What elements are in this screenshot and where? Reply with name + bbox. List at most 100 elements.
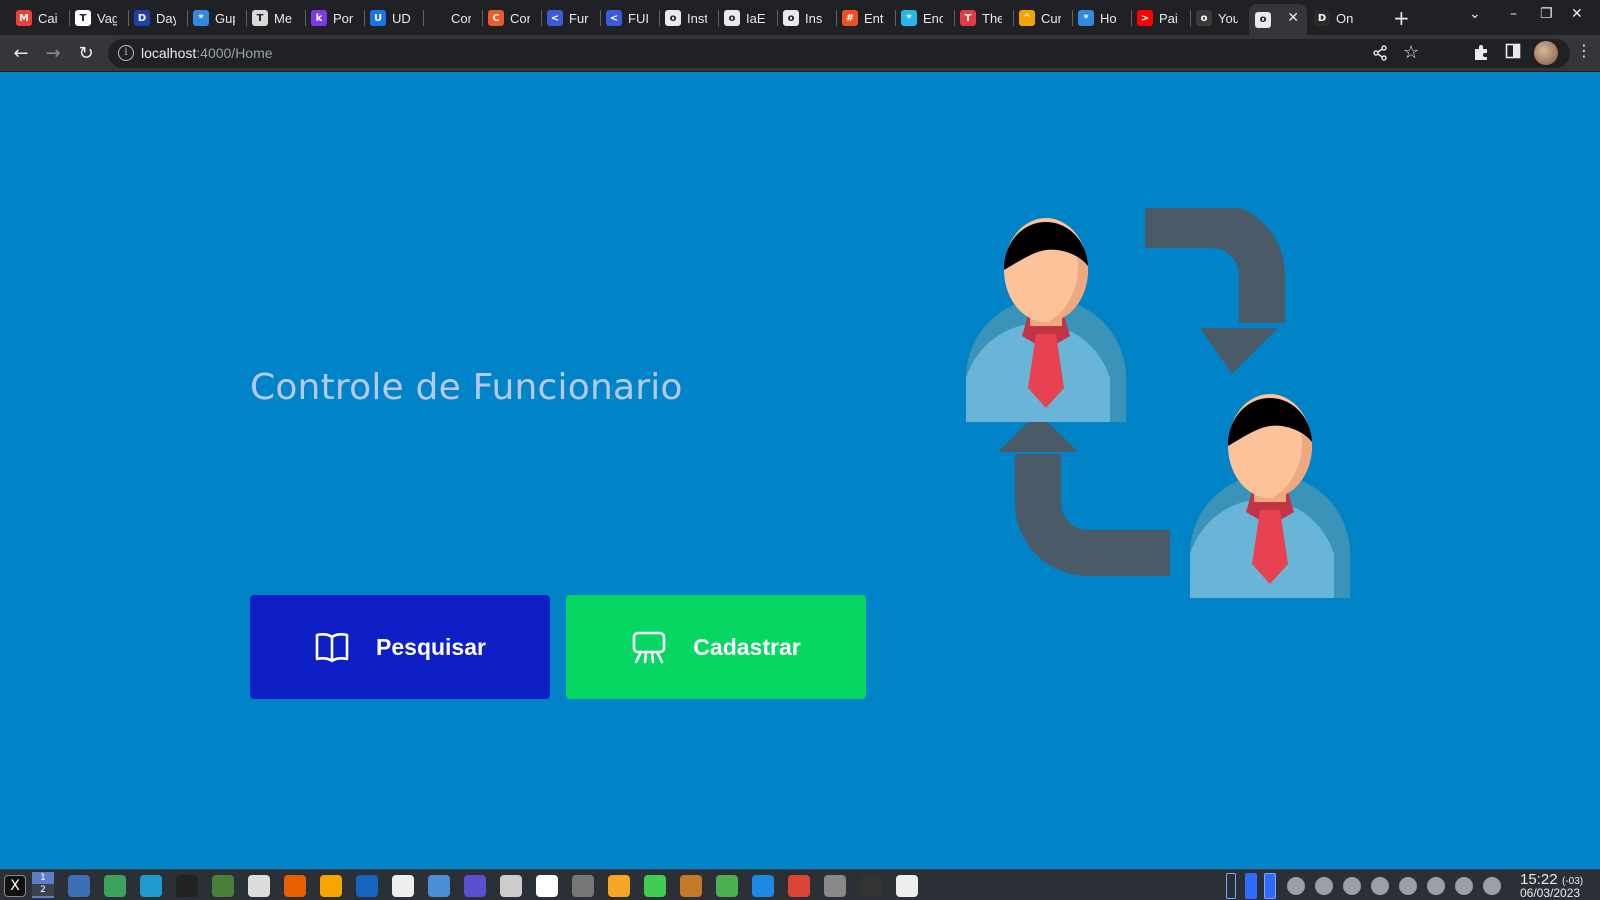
register-button[interactable]: Cadastrar <box>566 595 866 699</box>
browser-tab[interactable]: o ✕ <box>1249 4 1307 35</box>
browser-tab[interactable]: D On <box>1308 4 1366 32</box>
workspace-switcher[interactable]: 1 2 <box>32 872 54 898</box>
browser-tab[interactable]: o Ins <box>777 4 835 32</box>
qt-creator-icon[interactable] <box>644 875 666 897</box>
browser-tab[interactable]: o Inst <box>659 4 717 32</box>
side-panel-icon[interactable] <box>1505 43 1521 63</box>
browser-tab[interactable]: T Vagas <box>69 4 127 32</box>
sublime-icon[interactable] <box>608 875 630 897</box>
clipboard-icon[interactable] <box>1399 877 1417 895</box>
notes-icon[interactable] <box>392 875 414 897</box>
tab-title: Ho <box>1100 10 1117 26</box>
tray-expand-icon[interactable] <box>1483 877 1501 895</box>
code-icon[interactable] <box>680 875 702 897</box>
terminal-tray-icon[interactable] <box>1371 877 1389 895</box>
browser-tab[interactable]: o IaE <box>718 4 776 32</box>
tab-title: On <box>1336 10 1354 26</box>
start-menu-icon[interactable]: X <box>4 875 26 897</box>
browser-tab[interactable]: k Por <box>305 4 363 32</box>
browser-tab[interactable]: D Day <box>128 4 186 32</box>
system-clock[interactable]: 15:22 (-03) 06/03/2023 <box>1520 871 1583 900</box>
browser-tab[interactable]: U UD <box>364 4 422 32</box>
folder-icon[interactable] <box>428 875 450 897</box>
share-icon[interactable] <box>1372 45 1388 65</box>
menu-kebab-icon[interactable]: ⋮ <box>1576 41 1592 60</box>
address-bar[interactable]: i localhost:4000/Home ☆ <box>108 39 1570 68</box>
search-button[interactable]: Pesquisar <box>250 595 550 699</box>
eclipse-icon[interactable] <box>464 875 486 897</box>
browser-tab[interactable]: < Fur <box>541 4 599 32</box>
spreadsheet-icon[interactable] <box>212 875 234 897</box>
tab-title: IaE <box>746 10 766 26</box>
browser-tab[interactable]: * Enc <box>895 4 953 32</box>
target-icon[interactable] <box>716 875 738 897</box>
browser-toolbar: ← → ↻ i localhost:4000/Home ☆ ⋮ <box>0 35 1600 72</box>
tab-title: Caixa <box>38 10 58 26</box>
page-title: Controle de Funcionario <box>250 367 683 408</box>
firefox-icon[interactable] <box>284 875 306 897</box>
angular-icon: < <box>547 10 563 26</box>
game-icon[interactable] <box>500 875 522 897</box>
back-icon[interactable]: ← <box>9 41 33 65</box>
new-tab-button[interactable]: + <box>1393 6 1410 30</box>
close-window-button[interactable]: ✕ <box>1571 6 1583 22</box>
t-icon: T <box>960 10 976 26</box>
browser-tab[interactable]: M Caixa <box>10 4 68 32</box>
bookmark-star-icon[interactable]: ☆ <box>1403 42 1419 63</box>
tab-title: Pai <box>1159 10 1178 26</box>
close-tab-icon[interactable]: ✕ <box>1287 10 1299 26</box>
file-manager-icon[interactable] <box>68 875 90 897</box>
volume-icon[interactable] <box>1427 877 1445 895</box>
globe-icon: o <box>665 10 681 26</box>
tab-title: Day <box>156 10 176 26</box>
steam-icon[interactable] <box>1343 877 1361 895</box>
book-reader-icon[interactable] <box>356 875 378 897</box>
terminal-icon[interactable] <box>176 875 198 897</box>
video-editor-icon[interactable] <box>248 875 270 897</box>
workspace-pager-3[interactable] <box>1264 873 1276 899</box>
pomodoro-icon[interactable] <box>320 875 342 897</box>
angular-icon: < <box>606 10 622 26</box>
browser-tab[interactable]: * Gup <box>187 4 245 32</box>
workspace-pager-1[interactable] <box>1226 873 1236 899</box>
extensions-icon[interactable] <box>1472 43 1490 65</box>
forward-icon[interactable]: → <box>41 41 65 65</box>
site-info-icon[interactable]: i <box>118 45 134 61</box>
browser-tab[interactable]: < FUI <box>600 4 658 32</box>
code-editor-icon[interactable] <box>536 875 558 897</box>
tab-title: Fur <box>569 10 589 26</box>
browser-tab[interactable]: o You <box>1190 4 1248 32</box>
obs-icon[interactable] <box>824 875 846 897</box>
workspace-2[interactable]: 2 <box>32 884 54 896</box>
url-text[interactable]: localhost:4000/Home <box>141 45 273 61</box>
wifi-icon[interactable] <box>1455 877 1473 895</box>
package-icon[interactable] <box>1315 877 1333 895</box>
browser-tab[interactable]: T Me <box>246 4 304 32</box>
plant-icon[interactable] <box>104 875 126 897</box>
ds-icon[interactable] <box>860 875 882 897</box>
reload-icon[interactable]: ↻ <box>74 41 98 65</box>
tab-search-chevron-icon[interactable]: ⌄ <box>1469 6 1481 22</box>
minimize-button[interactable]: – <box>1510 6 1517 22</box>
browser-tab[interactable]: ^ Cur <box>1013 4 1071 32</box>
vscode-icon[interactable] <box>752 875 774 897</box>
tab-title: Inst <box>687 10 707 26</box>
browser-tab[interactable]: T The <box>954 4 1012 32</box>
chrome-icon[interactable] <box>788 875 810 897</box>
kde-connect-icon[interactable] <box>140 875 162 897</box>
url-host: localhost <box>141 45 197 61</box>
document-icon[interactable] <box>896 875 918 897</box>
bell-icon[interactable] <box>1287 877 1305 895</box>
browser-tab[interactable]: Cor <box>423 4 481 32</box>
workspace-pager-2[interactable] <box>1245 873 1257 899</box>
vim-icon[interactable] <box>572 875 594 897</box>
tab-title: The <box>982 10 1002 26</box>
browser-tab[interactable]: # Ent <box>836 4 894 32</box>
profile-avatar[interactable] <box>1534 41 1558 65</box>
restore-button[interactable]: ❐ <box>1540 6 1553 22</box>
workspace-1[interactable]: 1 <box>32 872 54 884</box>
browser-tab[interactable]: * Ho <box>1072 4 1130 32</box>
browser-tab[interactable]: C Cor <box>482 4 540 32</box>
browser-tab[interactable]: > Pai <box>1131 4 1189 32</box>
udemy-icon: U <box>370 10 386 26</box>
